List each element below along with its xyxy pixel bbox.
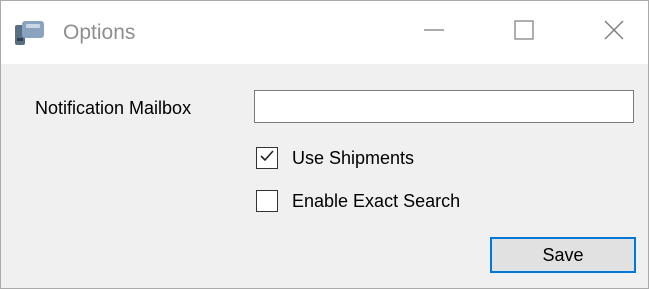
options-window: Options Notification Mailbox Use Shipmen… [0, 0, 649, 289]
maximize-icon [513, 19, 535, 46]
close-icon [603, 19, 625, 46]
maximize-button[interactable] [501, 1, 547, 64]
close-button[interactable] [591, 1, 637, 64]
checkmark-icon [259, 148, 275, 169]
notification-mailbox-label: Notification Mailbox [35, 98, 192, 118]
app-icon [13, 19, 47, 47]
enable-exact-search-option[interactable]: Enable Exact Search [256, 188, 460, 214]
window-title: Options [63, 21, 136, 44]
use-shipments-checkbox[interactable] [256, 147, 278, 169]
minimize-button[interactable] [411, 1, 457, 64]
enable-exact-search-checkbox[interactable] [256, 190, 278, 212]
title-bar[interactable]: Options [1, 1, 648, 64]
minimize-icon [423, 19, 445, 46]
enable-exact-search-label: Enable Exact Search [292, 190, 461, 211]
notification-mailbox-input[interactable] [254, 90, 634, 123]
use-shipments-label: Use Shipments [292, 147, 415, 168]
use-shipments-option[interactable]: Use Shipments [256, 145, 414, 171]
save-button[interactable]: Save [490, 237, 636, 273]
